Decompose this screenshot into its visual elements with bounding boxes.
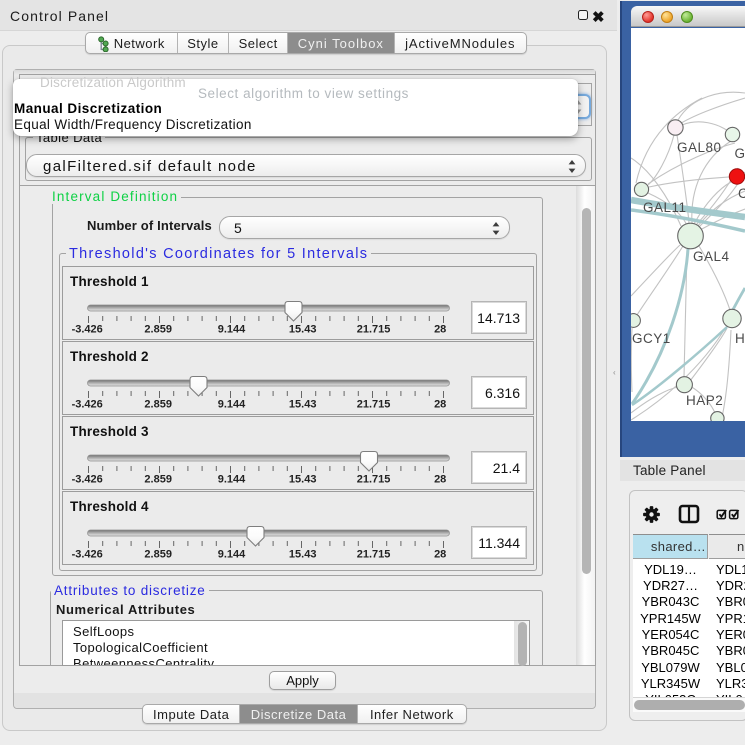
svg-text:9.144: 9.144 — [218, 548, 246, 560]
svg-text:15.43: 15.43 — [289, 398, 317, 410]
svg-text:9.144: 9.144 — [218, 324, 246, 336]
svg-text:9.144: 9.144 — [218, 473, 246, 485]
svg-text:15.43: 15.43 — [289, 473, 317, 485]
svg-text:28: 28 — [434, 324, 446, 336]
svg-text:H: H — [735, 331, 745, 346]
svg-text:-3.426: -3.426 — [72, 548, 103, 560]
svg-text:2.859: 2.859 — [144, 548, 172, 560]
svg-text:2.859: 2.859 — [144, 473, 172, 485]
svg-text:GAL4: GAL4 — [693, 249, 730, 264]
svg-text:G.: G. — [735, 146, 745, 161]
svg-text:15.43: 15.43 — [289, 548, 317, 560]
svg-text:GAL80: GAL80 — [677, 140, 722, 155]
svg-text:C: C — [738, 186, 745, 201]
svg-text:GAL11: GAL11 — [643, 200, 687, 215]
svg-text:21.715: 21.715 — [357, 473, 391, 485]
svg-text:GCY1: GCY1 — [632, 331, 671, 346]
svg-text:28: 28 — [434, 548, 446, 560]
svg-text:HAP2: HAP2 — [686, 393, 723, 408]
svg-text:15.43: 15.43 — [289, 324, 317, 336]
svg-text:-3.426: -3.426 — [72, 324, 103, 336]
svg-text:28: 28 — [434, 473, 446, 485]
svg-text:28: 28 — [434, 398, 446, 410]
svg-text:21.715: 21.715 — [357, 548, 391, 560]
svg-text:-3.426: -3.426 — [72, 398, 103, 410]
svg-text:2.859: 2.859 — [144, 398, 172, 410]
svg-text:21.715: 21.715 — [357, 398, 391, 410]
svg-text:21.715: 21.715 — [357, 324, 391, 336]
svg-text:2.859: 2.859 — [144, 324, 172, 336]
svg-text:9.144: 9.144 — [218, 398, 246, 410]
svg-text:-3.426: -3.426 — [72, 473, 103, 485]
